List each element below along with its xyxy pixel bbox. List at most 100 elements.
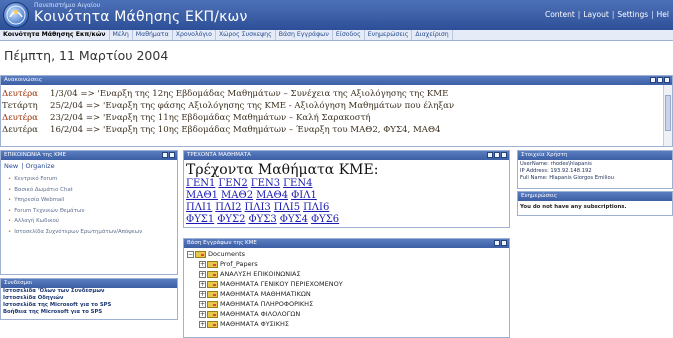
link-all-links[interactable]: Ιστοσελίδα 'Όλων των Συνδέσμων [1,288,177,295]
link-guides[interactable]: Ιστοσελίδα Οδηγιών [1,295,177,302]
courses-line: ΠΛΙ1 ΠΛΙ2 ΠΛΙ3 ΠΛΙ5 ΠΛΙ6 [184,202,509,214]
announcement-row: Δευτέρα 23/2/04 => 'Εναρξη της 11ης Εβδομ… [2,113,371,123]
user-info-title: Στοιχεία Χρήστη [521,152,568,158]
course-link[interactable]: ΠΛΙ3 [245,202,271,213]
course-link[interactable]: ΜΑΘ4 [256,190,288,201]
expand-icon[interactable]: + [199,300,206,308]
close-icon[interactable] [501,240,507,246]
user-info-header: Στοιχεία Χρήστη [518,151,672,160]
main-navigation: Κοινότητα Μάθησης Εκπ/κών Μέλη Μαθήματα Χρο… [0,30,673,41]
expand-icon[interactable]: + [199,310,206,318]
minimize-icon[interactable] [162,152,168,158]
course-link[interactable]: ΠΛΙ1 [186,202,212,213]
close-icon[interactable] [169,152,175,158]
course-link[interactable]: ΜΑΘ1 [186,190,218,201]
layout-link[interactable]: Layout [583,10,609,19]
tab-community[interactable]: Κοινότητα Μάθησης Εκπ/κών [0,30,110,40]
course-link[interactable]: ΠΛΙ5 [274,202,300,213]
folder-icon [207,280,218,288]
settings-icon[interactable] [487,152,493,158]
announcement-row: Τετάρτη 25/2/04 => 'Εναρξη της φάσης Αξιο… [2,101,455,111]
course-link[interactable]: ΓΕΝ4 [283,178,312,189]
expand-icon[interactable]: + [199,320,206,328]
folder-icon [195,250,206,258]
settings-link[interactable]: Settings [617,10,648,19]
close-icon[interactable] [501,152,507,158]
tree-folder[interactable]: + ΜΑΘΗΜΑΤΑ ΜΑΘΗΜΑΤΙΚΩΝ [187,289,509,299]
tab-courses[interactable]: Μαθήματα [133,30,173,40]
help-link[interactable]: Hel [657,10,669,19]
tab-updates[interactable]: Ενημερώσεις [365,30,413,40]
tab-timeline[interactable]: Χρονολόγιο [173,30,216,40]
expand-icon[interactable]: + [199,270,206,278]
subscriptions-title: Ενημερώσεις [521,193,558,199]
link-microsoft-sps[interactable]: Ιστοσελίδα της Microsoft για το SPS [1,302,177,309]
course-link[interactable]: ΦΥΣ2 [217,214,245,225]
link-microsoft-help[interactable]: Βοήθεια της Microsoft για το SPS [1,309,177,316]
announcements-panel: Ανακοινώσεις Δευτέρα 1/3/04 => 'Εναρξη τη… [0,75,673,147]
course-link[interactable]: ΓΕΝ1 [186,178,215,189]
organize-link[interactable]: Organize [25,162,54,170]
tab-meeting-room[interactable]: Χώρος Συσκεψης [216,30,276,40]
tree-folder[interactable]: + ΜΑΘΗΜΑΤΑ ΠΛΗΡΟΦΟΡΙΚΗΣ [187,299,509,309]
course-link[interactable]: ΓΕΝ2 [218,178,247,189]
close-icon[interactable] [664,77,670,83]
announcements-title: Ανακοινώσεις [4,77,43,83]
minimize-icon[interactable] [494,240,500,246]
link-chat-room[interactable]: Βασικό Δωμάτιο Chat [8,185,177,196]
settings-icon[interactable] [650,77,656,83]
university-name: Πανεπιστήμιο Αιγαίου [34,2,101,9]
courses-line: ΓΕΝ1 ΓΕΝ2 ΓΕΝ3 ΓΕΝ4 [184,178,509,190]
expand-icon[interactable]: + [199,290,206,298]
course-link[interactable]: ΓΕΝ3 [251,178,280,189]
link-webmail[interactable]: Υπηρεσία Webmail [8,195,177,206]
tree-root[interactable]: − Documents [187,249,509,259]
minimize-icon[interactable] [494,152,500,158]
link-central-forum[interactable]: Κεντρικό Forum [8,174,177,185]
links-header: Συνδέσμοι [1,279,177,288]
ip-address-text: IP Address: 193.92.148.192 [520,168,592,174]
communication-title: ΕΠΙΚΟΙΝΩΝΙΑ της ΚΜΕ [4,152,66,158]
tab-document-base[interactable]: Βάση Εγγράφων [276,30,333,40]
course-link[interactable]: ΦΥΣ4 [280,214,308,225]
courses-heading: Τρέχοντα Μαθήματα ΚΜΕ: [186,162,379,178]
header-links: Content | Layout | Settings | Hel [544,10,669,19]
tree-folder[interactable]: + ΜΑΘΗΜΑΤΑ ΦΥΣΙΚΗΣ [187,319,509,329]
tree-folder[interactable]: + ΜΑΘΗΜΑΤΑ ΦΙΛΟΛΟΓΩΝ [187,309,509,319]
scrollbar-thumb[interactable] [665,95,671,131]
expand-icon[interactable]: + [199,280,206,288]
tab-members[interactable]: Μέλη [110,30,133,40]
tree-folder[interactable]: + ΑΝΑΛΥΣΗ ΕΠΙΚΟΙΝΩΝΙΑΣ [187,269,509,279]
new-link[interactable]: New [4,162,18,170]
documents-header: Βάση Εγγράφων της ΚΜΕ [184,239,509,248]
folder-icon [207,300,218,308]
subscriptions-header: Ενημερώσεις [518,192,672,201]
course-link[interactable]: ΦΙΛ1 [291,190,317,201]
collapse-icon[interactable]: − [187,250,194,258]
courses-panel: ΤΡΕΧΟΝΤΑ ΜΑΘΗΜΑΤΑ Τρέχοντα Μαθήματα ΚΜΕ:… [183,150,510,228]
tree-folder[interactable]: + ΜΑΘΗΜΑΤΑ ΓΕΝΙΚΟΥ ΠΕΡΙΕΧΟΜΕΝΟΥ [187,279,509,289]
course-link[interactable]: ΠΛΙ6 [303,202,329,213]
links-title: Συνδέσμοι [4,280,33,286]
courses-title: ΤΡΕΧΟΝΤΑ ΜΑΘΗΜΑΤΑ [187,152,251,158]
course-link[interactable]: ΦΥΣ1 [186,214,214,225]
announcement-row: Δευτέρα 16/2/04 => 'Εναρξη της 10ης Εβδομ… [2,125,441,135]
course-link[interactable]: ΦΥΣ6 [311,214,339,225]
site-title: Κοινότητα Μάθησης ΕΚΠ/κων [34,9,248,25]
link-faq[interactable]: Ιστοσελίδα Συχνότερων Ερωτημάτων/Απόψεων [8,227,177,238]
folder-icon [207,260,218,268]
course-link[interactable]: ΠΛΙ2 [215,202,241,213]
link-tech-forum[interactable]: Forum Τεχνικών Θεμάτων [8,206,177,217]
content-link[interactable]: Content [545,10,575,19]
expand-icon[interactable]: + [199,260,206,268]
announcements-scrollbar[interactable] [663,85,672,146]
minimize-icon[interactable] [657,77,663,83]
course-link[interactable]: ΜΑΘ2 [221,190,253,201]
tree-folder[interactable]: + Prof_Papers [187,259,509,269]
tab-administration[interactable]: Διαχείριση [412,30,453,40]
link-change-password[interactable]: Αλλαγή Κωδικού [8,216,177,227]
courses-line: ΜΑΘ1 ΜΑΘ2 ΜΑΘ4 ΦΙΛ1 [184,190,509,202]
course-link[interactable]: ΦΥΣ3 [248,214,276,225]
tab-entry[interactable]: Είσοδος [333,30,365,40]
folder-icon [207,290,218,298]
